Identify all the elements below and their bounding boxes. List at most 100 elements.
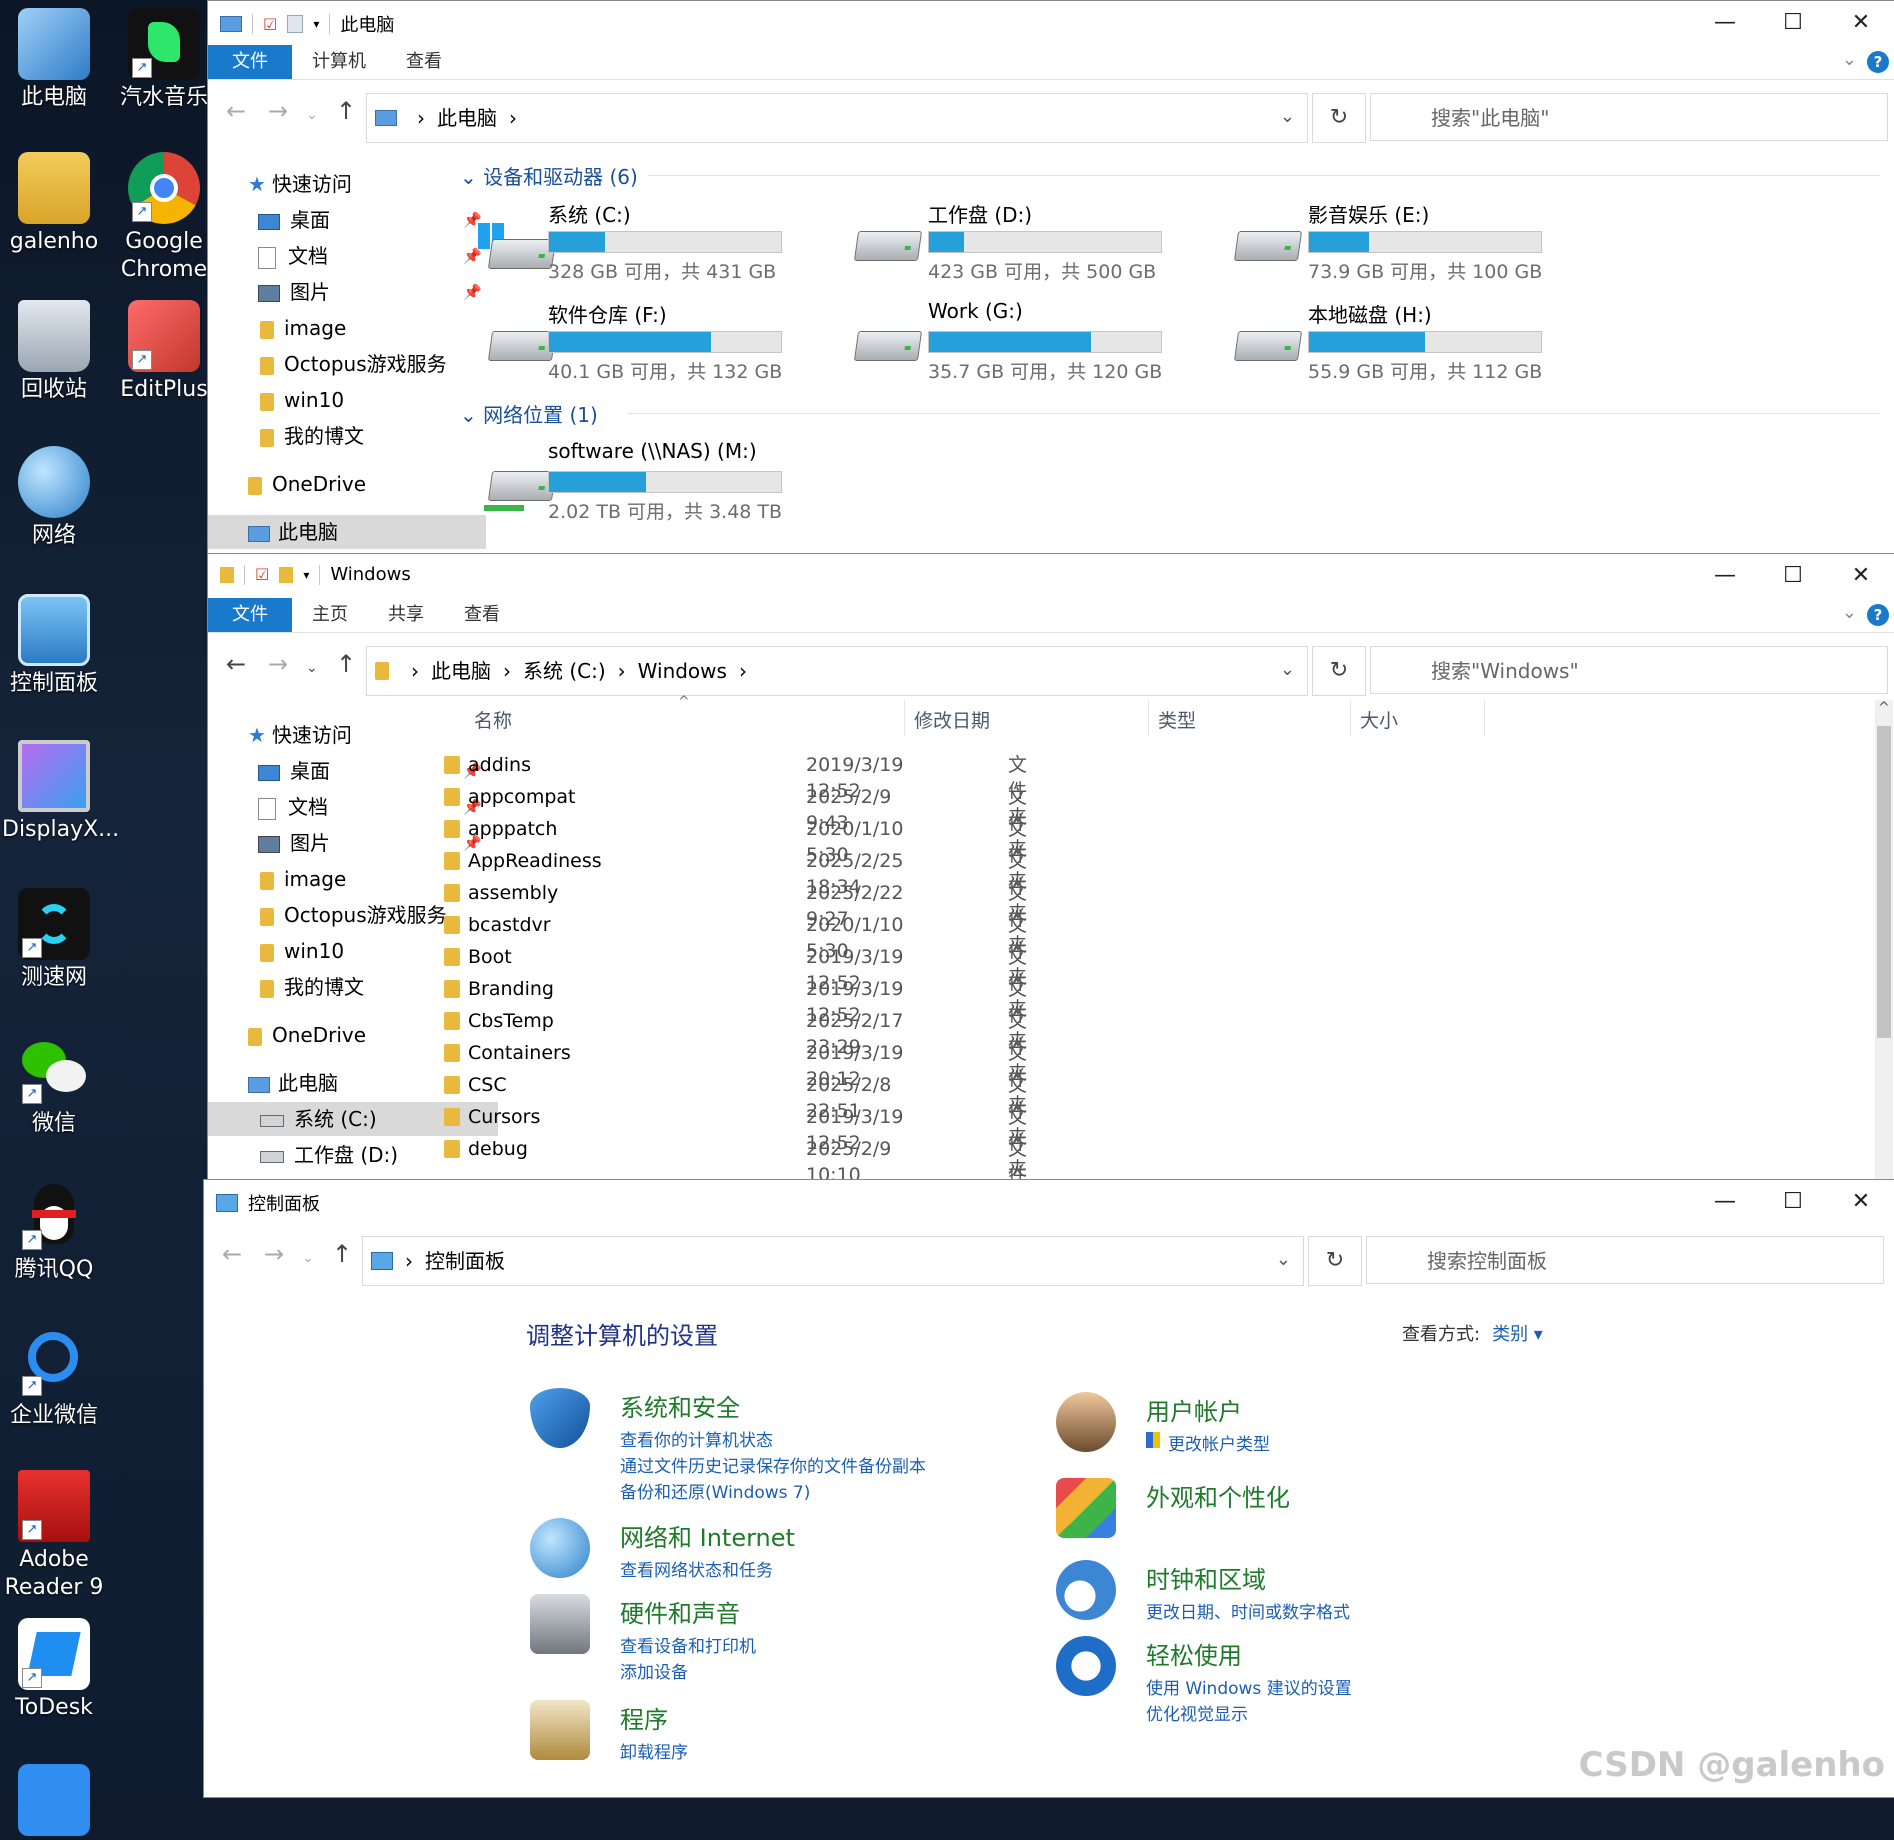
category-network-internet[interactable]: 网络和 Internet 查看网络状态和任务 (530, 1518, 1010, 1582)
network-drive-m[interactable]: software (\\NAS) (M:) 2.02 TB 可用，共 3.48 … (476, 439, 796, 529)
address-bar[interactable]: › 控制面板 ⌄ (362, 1236, 1304, 1286)
minimize-button[interactable]: — (1691, 1, 1759, 45)
forward-button[interactable]: → (264, 1240, 284, 1268)
address-bar[interactable]: › 此电脑 › ⌄ (366, 93, 1308, 143)
group-devices[interactable]: ⌄ 设备和驱动器 (6) (460, 161, 638, 190)
search-input[interactable]: 搜索控制面板 (1366, 1236, 1884, 1284)
column-header-size[interactable]: 大小 (1360, 706, 1398, 733)
properties-checkmark-icon[interactable]: ☑ (255, 565, 269, 584)
link[interactable]: 备份和还原(Windows 7) (620, 1478, 810, 1503)
desktop-icon-qishui-music[interactable]: ↗ 汽水音乐 (112, 8, 216, 112)
category-title[interactable]: 硬件和声音 (620, 1594, 740, 1629)
nav-pictures[interactable]: 图片 📌 (208, 275, 496, 309)
forward-button[interactable]: → (268, 650, 288, 678)
maximize-button[interactable]: ☐ (1759, 1, 1827, 45)
tab-share[interactable]: 共享 (388, 598, 424, 632)
refresh-button[interactable]: ↻ (1312, 93, 1366, 143)
desktop-icon-displayx[interactable]: DisplayX... (2, 740, 119, 844)
tab-home[interactable]: 主页 (312, 598, 348, 632)
back-button[interactable]: ← (222, 1240, 242, 1268)
desktop-icon-this-pc[interactable]: 此电脑 (2, 8, 106, 112)
back-button[interactable]: ← (226, 650, 246, 678)
desktop-icon-network[interactable]: 网络 (2, 446, 106, 550)
search-input[interactable]: 搜索"此电脑" (1370, 93, 1888, 141)
column-header-date[interactable]: 修改日期 (914, 706, 990, 733)
help-icon[interactable]: ? (1867, 604, 1889, 626)
tab-view[interactable]: 查看 (406, 45, 442, 79)
address-dropdown-icon[interactable]: ⌄ (1280, 106, 1295, 127)
address-dropdown-icon[interactable]: ⌄ (1280, 659, 1295, 680)
desktop-icon-editplus[interactable]: ↗ EditPlus (112, 300, 216, 404)
drive-d[interactable]: 工作盘 (D:) 423 GB 可用，共 500 GB (853, 199, 1176, 289)
up-button[interactable]: ↑ (336, 650, 356, 678)
nav-win10[interactable]: win10 (208, 383, 498, 417)
qat-dropdown-icon[interactable]: ▾ (313, 17, 319, 31)
maximize-button[interactable]: ☐ (1759, 554, 1827, 598)
desktop-icon-wecom[interactable]: ↗ 企业微信 (2, 1326, 106, 1430)
link[interactable]: 卸载程序 (620, 1738, 688, 1763)
refresh-button[interactable]: ↻ (1312, 646, 1366, 696)
recent-locations-icon[interactable]: ⌄ (302, 1250, 314, 1266)
new-folder-icon[interactable] (279, 566, 294, 583)
link[interactable]: 添加设备 (620, 1658, 688, 1683)
minimize-button[interactable]: — (1691, 1180, 1759, 1226)
address-dropdown-icon[interactable]: ⌄ (1276, 1249, 1291, 1270)
nav-desktop[interactable]: 桌面 📌 (208, 203, 496, 237)
qat-dropdown-icon[interactable]: ▾ (303, 568, 309, 582)
nav-documents[interactable]: 文档 📌 (208, 239, 496, 273)
close-button[interactable]: ✕ (1827, 554, 1894, 598)
nav-image[interactable]: image (208, 311, 498, 345)
ribbon-expand-icon[interactable]: ⌄ (1842, 602, 1857, 623)
category-title[interactable]: 时钟和区域 (1146, 1560, 1266, 1595)
category-title[interactable]: 外观和个性化 (1146, 1478, 1290, 1513)
breadcrumb-control-panel[interactable]: 控制面板 (425, 1237, 505, 1285)
refresh-button[interactable]: ↻ (1308, 1236, 1362, 1286)
column-separator[interactable] (904, 700, 905, 736)
drive-h[interactable]: 本地磁盘 (H:) 55.9 GB 可用，共 112 GB (1233, 299, 1556, 389)
tab-file[interactable]: 文件 (208, 598, 292, 632)
recent-locations-icon[interactable]: ⌄ (306, 107, 318, 123)
address-bar[interactable]: › 此电脑 › 系统 (C:) › Windows › ⌄ (366, 646, 1308, 696)
desktop-icon-recycle-bin[interactable]: 回收站 (2, 300, 106, 404)
tab-file[interactable]: 文件 (208, 45, 292, 79)
column-separator[interactable] (1350, 700, 1351, 736)
nav-quick-access[interactable]: ★ 快速访问 (208, 718, 486, 752)
help-icon[interactable]: ? (1867, 51, 1889, 73)
desktop-icon-adobe-reader[interactable]: ↗ Adobe Reader 9 (2, 1470, 106, 1602)
back-button[interactable]: ← (226, 97, 246, 125)
nav-onedrive[interactable]: OneDrive (208, 467, 486, 501)
desktop-icon-chrome[interactable]: ↗ Google Chrome (112, 152, 216, 284)
forward-button[interactable]: → (268, 97, 288, 125)
nav-blog[interactable]: 我的博文 (208, 419, 498, 453)
up-button[interactable]: ↑ (332, 1240, 352, 1268)
desktop-icon-user-folder[interactable]: galenho (2, 152, 106, 256)
column-separator[interactable] (1148, 700, 1149, 736)
tab-computer[interactable]: 计算机 (312, 45, 366, 79)
tab-view[interactable]: 查看 (464, 598, 500, 632)
category-programs[interactable]: 程序 卸载程序 (530, 1700, 1010, 1764)
minimize-button[interactable]: — (1691, 554, 1759, 598)
breadcrumb-this-pc[interactable]: 此电脑 (431, 647, 491, 695)
drive-c[interactable]: 系统 (C:) 328 GB 可用，共 431 GB (476, 199, 796, 289)
recent-locations-icon[interactable]: ⌄ (306, 660, 318, 676)
column-header-type[interactable]: 类型 (1158, 706, 1196, 733)
search-input[interactable]: 搜索"Windows" (1370, 646, 1888, 694)
breadcrumb-this-pc[interactable]: 此电脑 (437, 94, 497, 142)
drive-g[interactable]: Work (G:) 35.7 GB 可用，共 120 GB (853, 299, 1176, 389)
desktop-icon-partial[interactable] (2, 1764, 106, 1840)
new-folder-icon[interactable] (287, 15, 304, 33)
view-mode-dropdown[interactable]: 类别 ▾ (1492, 1324, 1543, 1345)
drive-e[interactable]: 影音娱乐 (E:) 73.9 GB 可用，共 100 GB (1233, 199, 1556, 289)
desktop-icon-wechat[interactable]: ↗ 微信 (2, 1034, 106, 1138)
scrollbar-thumb[interactable] (1877, 726, 1891, 1038)
category-appearance[interactable]: 外观和个性化 (1056, 1478, 1496, 1542)
column-separator[interactable] (1484, 700, 1485, 736)
link[interactable]: 查看你的计算机状态 (620, 1426, 773, 1451)
scroll-up-icon[interactable]: ^ (1878, 700, 1890, 716)
link[interactable]: 查看设备和打印机 (620, 1632, 756, 1657)
category-user-accounts[interactable]: 用户帐户 更改帐户类型 (1056, 1392, 1496, 1456)
ribbon-expand-icon[interactable]: ⌄ (1842, 49, 1857, 70)
desktop-icon-qq[interactable]: ↗ 腾讯QQ (2, 1180, 106, 1284)
link[interactable]: 查看网络状态和任务 (620, 1556, 773, 1581)
category-title[interactable]: 轻松使用 (1146, 1636, 1242, 1671)
